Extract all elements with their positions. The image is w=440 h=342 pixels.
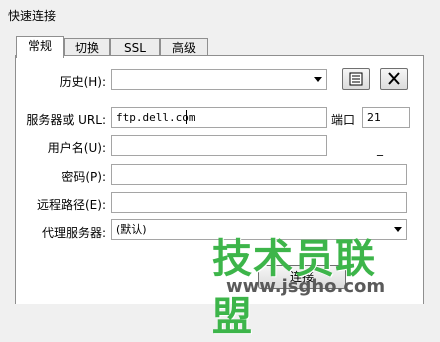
text-cursor xyxy=(186,110,187,124)
password-label: 密码(P): xyxy=(61,170,106,184)
tab-switch-label: 切换 xyxy=(74,41,99,55)
port-input[interactable]: 21 xyxy=(362,107,410,128)
username-label: 用户名(U): xyxy=(47,141,106,155)
tab-ssl-label: SSL xyxy=(124,41,146,55)
window-title: 快速连接 xyxy=(8,9,57,23)
proxy-combo-value: (默认) xyxy=(116,223,147,236)
tab-general[interactable]: 常规 xyxy=(16,36,64,58)
password-input[interactable] xyxy=(111,164,407,185)
history-label: 历史(H): xyxy=(59,75,106,89)
list-icon xyxy=(349,72,363,86)
tab-advanced-label: 高级 xyxy=(171,41,196,55)
proxy-label: 代理服务器: xyxy=(41,226,106,240)
extra-mark: _ xyxy=(377,142,383,156)
chevron-down-icon[interactable] xyxy=(314,77,322,82)
proxy-combo[interactable]: (默认) xyxy=(111,219,407,240)
chevron-down-icon[interactable] xyxy=(394,227,402,232)
port-label: 端口 xyxy=(331,113,356,127)
server-input[interactable]: ftp.dell.com xyxy=(111,107,327,128)
history-combo[interactable] xyxy=(111,69,327,90)
close-icon xyxy=(388,72,400,85)
history-clear-button[interactable] xyxy=(380,68,408,90)
remote-path-input[interactable] xyxy=(111,192,407,213)
connect-button[interactable]: 连接 xyxy=(258,265,346,289)
username-input[interactable] xyxy=(111,135,327,156)
remote-path-label: 远程路径(E): xyxy=(37,198,106,212)
connect-button-label: 连接 xyxy=(289,270,314,284)
title-bar: 快速连接 xyxy=(0,0,440,30)
history-browse-button[interactable] xyxy=(342,68,370,90)
tab-general-label: 常规 xyxy=(27,39,52,53)
server-label: 服务器或 URL: xyxy=(26,113,106,127)
